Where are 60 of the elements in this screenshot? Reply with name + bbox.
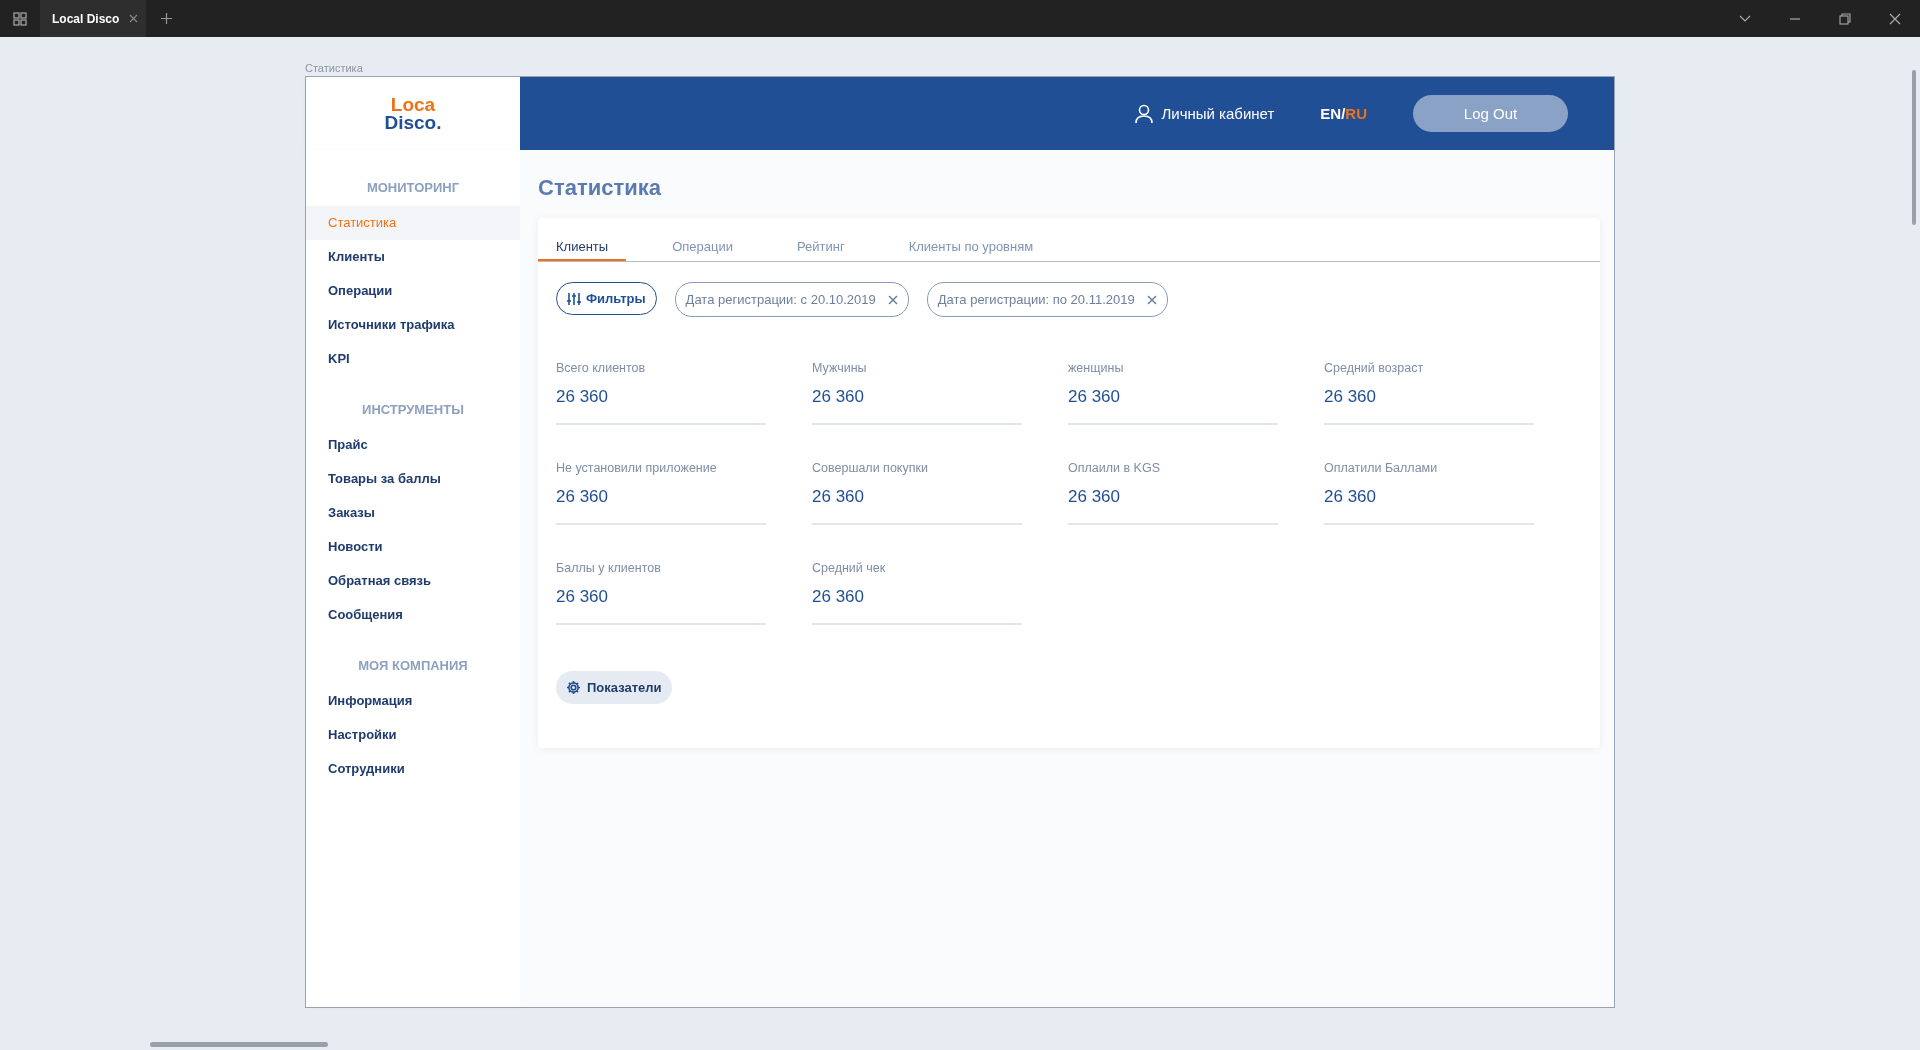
browser-tab[interactable]: Local Disco xyxy=(40,0,147,37)
sidebar-item[interactable]: Товары за баллы xyxy=(306,462,520,496)
metric-value: 26 360 xyxy=(812,587,865,607)
user-icon xyxy=(1135,103,1154,124)
sidebar-item[interactable]: Информация xyxy=(306,684,520,718)
filters-button[interactable]: Фильтры xyxy=(556,282,657,315)
scrollbar[interactable] xyxy=(150,1042,328,1047)
close-icon[interactable] xyxy=(1889,12,1901,25)
page-label: Статистика xyxy=(305,62,364,76)
sidebar-item[interactable]: Операции xyxy=(306,274,520,308)
metric-value: 26 360 xyxy=(1324,487,1377,507)
sidebar-item[interactable]: Новости xyxy=(306,530,520,564)
sidebar-item[interactable]: Сообщения xyxy=(306,598,520,632)
metric-label: Всего клиентов xyxy=(556,361,647,377)
metric-value: 26 360 xyxy=(1324,387,1377,407)
sidebar-item[interactable]: Настройки xyxy=(306,718,520,752)
section-heading: МОНИТОРИНГ xyxy=(365,179,461,197)
section-heading: ИНСТРУМЕНТЫ xyxy=(361,401,465,419)
metric-value: 26 360 xyxy=(1068,387,1121,407)
metric-label: Не установили приложение xyxy=(556,461,718,477)
sidebar-item[interactable]: Прайс xyxy=(306,428,520,462)
metric-value: 26 360 xyxy=(812,487,865,507)
language-option[interactable]: EN xyxy=(1320,105,1342,122)
filter-chip[interactable]: Дата регистрации: с 20.10.2019 xyxy=(674,282,909,317)
metric-value: 26 360 xyxy=(1068,487,1121,507)
page-title: Статистика xyxy=(538,175,662,201)
sidebar-item[interactable]: Клиенты xyxy=(306,240,520,274)
indicators-button[interactable]: Показатели xyxy=(556,671,672,704)
section-heading: МОЯ КОМПАНИЯ xyxy=(357,657,469,675)
metric-label: Баллы у клиентов xyxy=(556,561,662,577)
metric-value: 26 360 xyxy=(556,387,609,407)
metric-value: 26 360 xyxy=(556,487,609,507)
metric-label: женщины xyxy=(1068,361,1125,377)
metric-label: Оплаили в KGS xyxy=(1068,461,1161,477)
sidebar-item[interactable]: KPI xyxy=(306,342,520,376)
metric-label: Средний возраст xyxy=(1324,361,1425,377)
sidebar-item[interactable]: Заказы xyxy=(306,496,520,530)
metric-label: Мужчины xyxy=(812,361,868,377)
gear-icon xyxy=(566,680,581,695)
sidebar-item[interactable]: Обратная связь xyxy=(306,564,520,598)
close-icon[interactable] xyxy=(887,294,898,305)
metric-value: 26 360 xyxy=(812,387,865,407)
filter-chip[interactable]: Дата регистрации: по 20.11.2019 xyxy=(926,282,1168,317)
metric-label: Средний чек xyxy=(812,561,887,577)
grid-icon[interactable] xyxy=(13,11,27,26)
close-icon[interactable] xyxy=(1146,294,1157,305)
metric-label: Совершали покупки xyxy=(812,461,929,477)
sidebar-item[interactable]: Сотрудники xyxy=(306,752,520,786)
separator: / xyxy=(1341,105,1346,122)
sidebar-item[interactable]: Источники трафика xyxy=(306,308,520,342)
metric-value: 26 360 xyxy=(556,587,609,607)
scrollbar[interactable] xyxy=(1912,70,1916,225)
sliders-icon xyxy=(567,291,581,306)
logo[interactable]: Loca Disco. xyxy=(306,77,520,150)
restore-icon[interactable] xyxy=(1839,12,1851,25)
plus-icon[interactable] xyxy=(160,13,172,24)
tab[interactable]: Клиенты xyxy=(538,223,627,261)
close-icon[interactable] xyxy=(129,14,139,23)
account-link[interactable]: Личный кабинет xyxy=(1135,103,1275,124)
metric-label: Оплатили Баллами xyxy=(1324,461,1439,477)
